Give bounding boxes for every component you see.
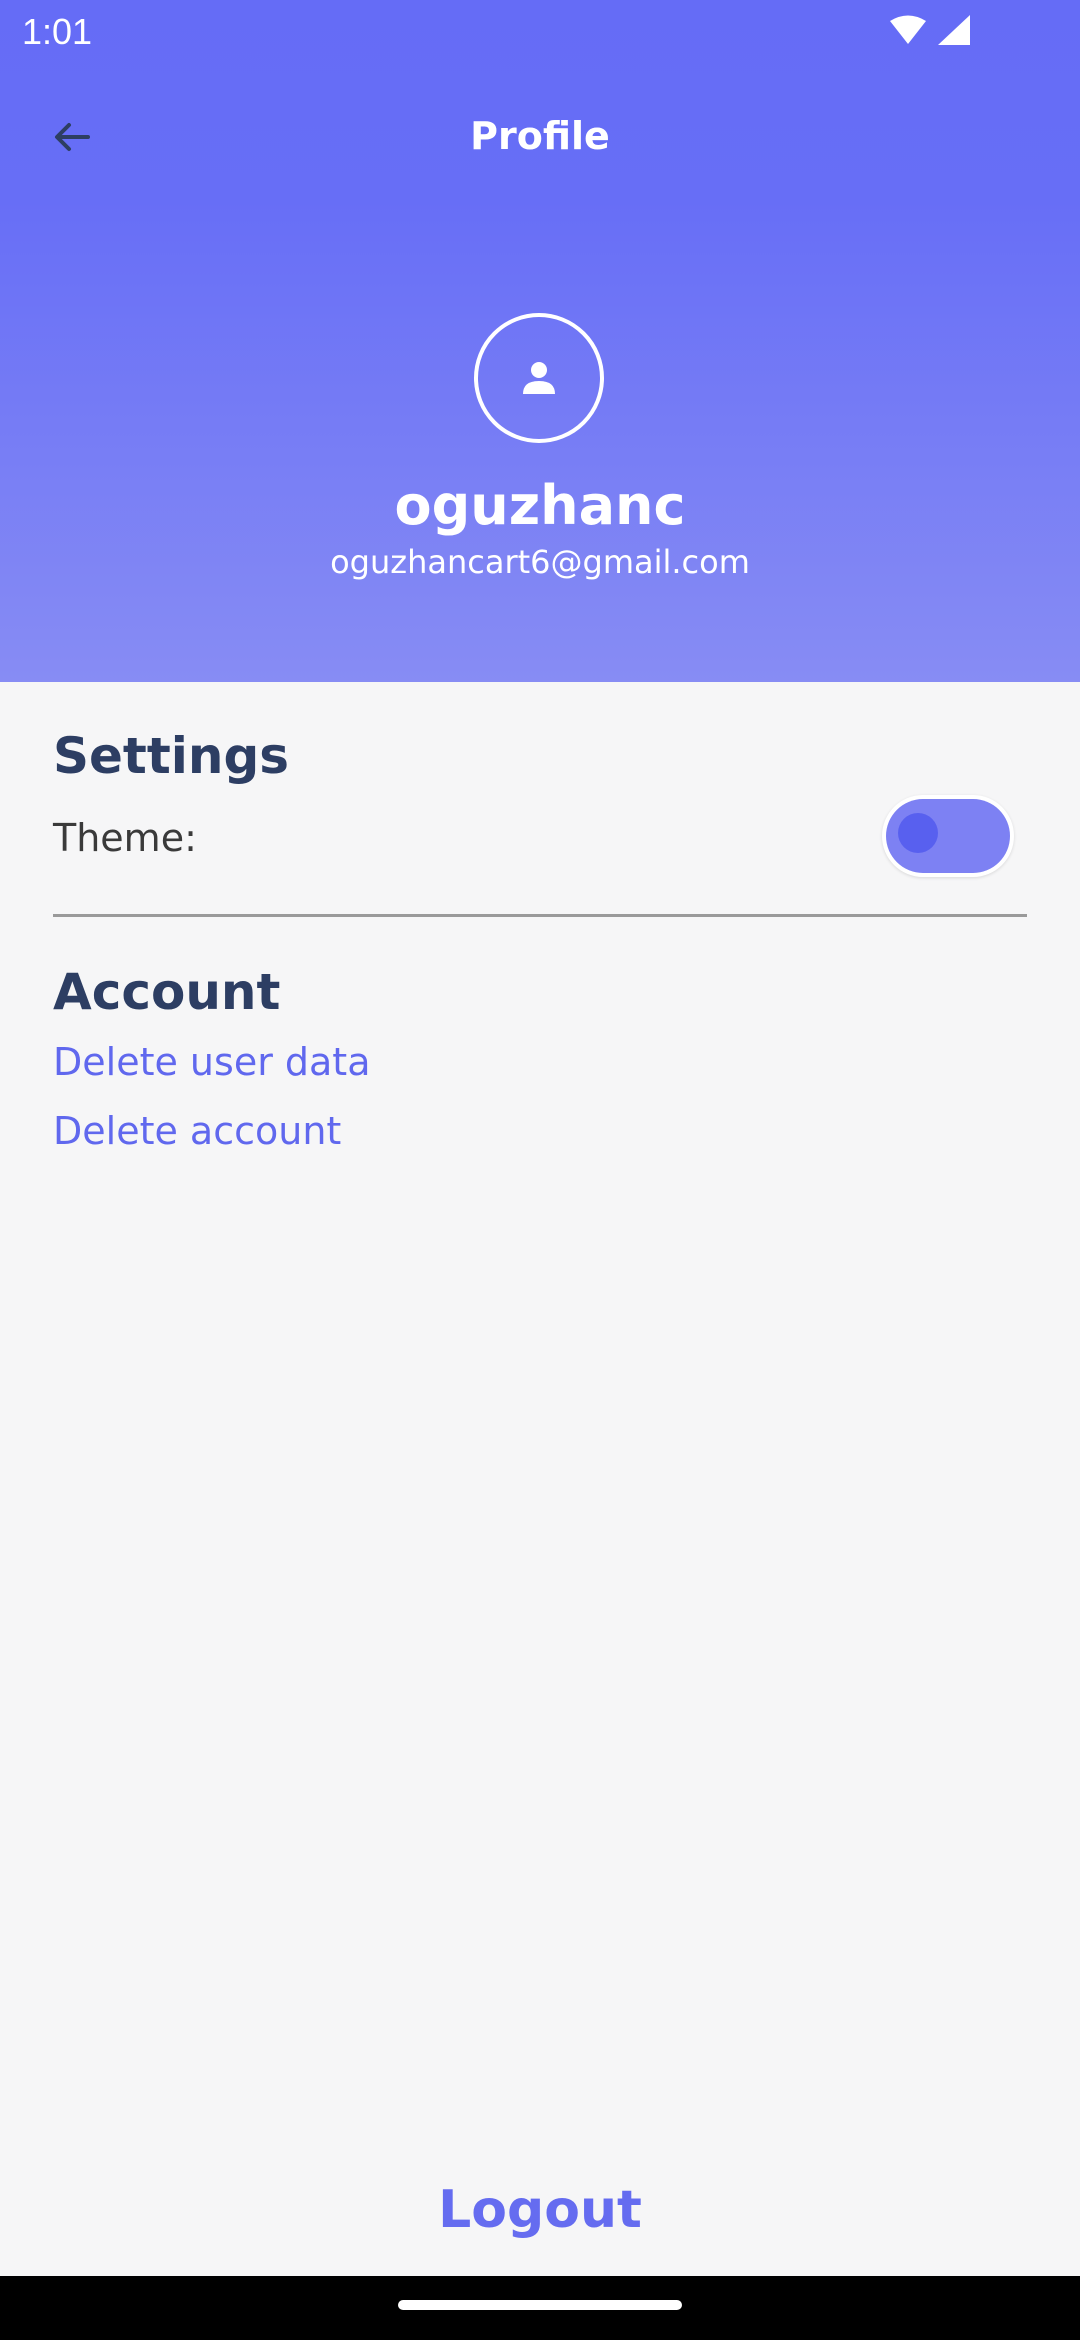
theme-toggle-knob [898,813,938,853]
avatar[interactable] [474,313,604,443]
theme-toggle[interactable] [882,795,1014,877]
theme-label: Theme: [53,816,197,860]
profile-username: oguzhanc [394,474,686,537]
back-button[interactable] [40,105,104,169]
delete-user-data-link[interactable]: Delete user data [53,1036,371,1088]
account-section-title: Account [53,963,281,1021]
person-icon [523,362,555,394]
profile-email: oguzhancart6@gmail.com [330,543,750,581]
status-icons [890,15,970,45]
section-divider [53,914,1027,917]
arrow-left-icon [55,123,90,151]
wifi-icon [890,15,926,44]
logout-button[interactable]: Logout [340,2176,740,2244]
delete-account-link[interactable]: Delete account [53,1105,341,1157]
home-indicator[interactable] [398,2300,682,2310]
cellular-signal-icon [938,15,970,45]
page-title: Profile [470,114,610,158]
navigation-bar [0,2276,1080,2340]
status-time: 1:01 [22,11,93,52]
status-bar: 1:01 [0,0,1080,64]
settings-section-title: Settings [53,727,290,785]
